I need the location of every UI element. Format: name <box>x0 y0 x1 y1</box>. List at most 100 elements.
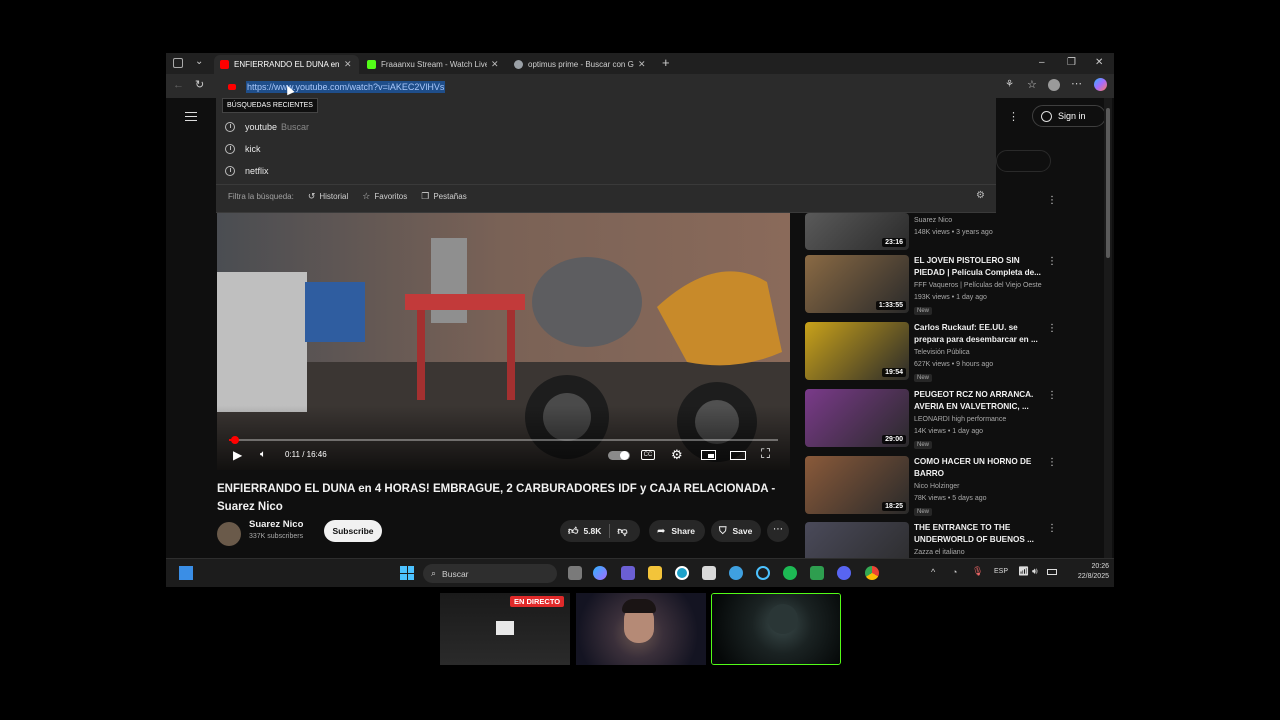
video-thumbnail[interactable]: 23:16 <box>805 213 909 250</box>
tab-actions-chevron-icon[interactable]: ⌄ <box>195 56 203 67</box>
battery-icon[interactable] <box>1047 569 1057 575</box>
recommendation-title[interactable]: THE ENTRANCE TO THE UNDERWORLD OF BUENOS… <box>914 522 1042 546</box>
suggestion-item[interactable]: netflix <box>225 166 269 176</box>
filter-settings-gear-icon[interactable]: ⚙ <box>976 190 985 201</box>
recommendation-channel[interactable]: Zazza el italiano <box>914 549 965 556</box>
tray-chevron-icon[interactable]: ^ <box>931 567 935 577</box>
recommendation-channel[interactable]: LEONARDI high performance <box>914 416 1006 423</box>
copilot-icon[interactable] <box>1094 78 1107 91</box>
copilot-app-icon[interactable] <box>593 566 607 580</box>
close-tab-icon[interactable]: ✕ <box>638 59 646 70</box>
recommendation-channel[interactable]: Suarez Nico <box>914 217 952 224</box>
tray-app-icon[interactable]: ◔ <box>952 567 957 577</box>
store-icon[interactable] <box>702 566 716 580</box>
clock[interactable]: 20:26 22/8/2025 <box>1061 562 1109 582</box>
tab-google[interactable]: optimus prime - Buscar con Goo ✕ <box>508 55 653 74</box>
extensions-icon[interactable]: ⚘ <box>1005 79 1014 90</box>
kebab-menu-icon[interactable]: ⋮ <box>1047 457 1057 468</box>
close-tab-icon[interactable]: ✕ <box>344 59 352 70</box>
maximize-icon[interactable]: ❐ <box>1067 57 1076 68</box>
miniplayer-icon[interactable] <box>701 450 716 460</box>
suggestion-item[interactable]: youtube Buscar <box>225 122 309 132</box>
favorites-star-icon[interactable]: ☆ <box>1027 78 1037 91</box>
start-windows-icon[interactable] <box>400 566 414 580</box>
tab-youtube[interactable]: ENFIERRANDO EL DUNA en 4 HO ✕ <box>214 55 359 74</box>
new-tab-icon[interactable]: + <box>662 55 670 70</box>
page-scrollbar[interactable] <box>1104 98 1112 558</box>
video-thumbnail[interactable]: 1:33:55 <box>805 255 909 313</box>
recommendation-title[interactable]: COMO HACER UN HORNO DE BARRO <box>914 456 1042 480</box>
recommendation-title[interactable]: PEUGEOT RCZ NO ARRANCA. AVERIA EN VALVET… <box>914 389 1042 413</box>
recommendation-item[interactable]: 19:54 Carlos Ruckauf: EE.UU. se prepara p… <box>805 322 1105 382</box>
sheets-icon[interactable] <box>810 566 824 580</box>
filter-tabs[interactable]: ❐ Pestañas <box>421 191 466 202</box>
filter-history[interactable]: ↺ Historial <box>308 191 348 202</box>
fullscreen-icon[interactable]: ⛶ <box>761 446 770 462</box>
volume-icon[interactable]: 🔈︎ <box>260 449 266 460</box>
channel-avatar[interactable] <box>217 522 241 546</box>
spotify-icon[interactable] <box>783 566 797 580</box>
back-icon[interactable]: ← <box>173 79 184 91</box>
hamburger-menu-icon[interactable] <box>185 112 197 121</box>
dislike-icon[interactable]: 👎︎ <box>617 525 627 537</box>
subtitles-icon[interactable]: CC <box>641 450 655 460</box>
kebab-menu-icon[interactable]: ⋮ <box>1047 523 1057 534</box>
video-thumbnail[interactable]: 18:25 <box>805 456 909 514</box>
settings-gear-icon[interactable]: ⚙ <box>671 447 683 463</box>
video-thumbnail[interactable]: 19:54 <box>805 322 909 380</box>
theater-mode-icon[interactable] <box>730 451 746 460</box>
minimize-icon[interactable]: – <box>1039 57 1045 68</box>
settings-kebab-icon[interactable]: ⋮ <box>1008 110 1019 123</box>
recommendation-channel[interactable]: FFF Vaqueros | Películas del Viejo Oeste <box>914 282 1042 289</box>
kebab-menu-icon[interactable]: ⋮ <box>1047 195 1057 206</box>
taskbar-search[interactable]: ⌕ Buscar <box>423 564 557 583</box>
play-icon[interactable]: ▶ <box>233 448 242 462</box>
close-window-icon[interactable]: ✕ <box>1095 57 1103 68</box>
chip-bar[interactable] <box>996 150 1051 172</box>
like-count[interactable]: 5.8K <box>583 526 601 536</box>
filter-favorites[interactable]: ☆ Favoritos <box>362 191 407 202</box>
workspaces-icon[interactable] <box>173 58 183 68</box>
reload-icon[interactable]: ↻ <box>195 78 204 91</box>
recommendation-item[interactable]: 1:33:55 EL JOVEN PISTOLERO SIN PIEDAD | P… <box>805 255 1105 315</box>
progress-scrubber[interactable] <box>231 436 240 444</box>
task-view-icon[interactable] <box>568 566 582 580</box>
widgets-icon[interactable] <box>179 566 193 580</box>
scrollbar-thumb[interactable] <box>1106 108 1110 258</box>
progress-bar[interactable] <box>229 439 778 441</box>
wifi-icon[interactable]: 📶︎ <box>1018 566 1029 577</box>
recommendation-channel[interactable]: Nico Holzinger <box>914 483 960 490</box>
suggestion-item[interactable]: kick <box>225 144 261 154</box>
profile-avatar-icon[interactable] <box>1048 79 1060 91</box>
microphone-icon[interactable]: 🎙︎ <box>972 566 983 577</box>
tab-kick[interactable]: Fraaanxu Stream - Watch Live on ✕ <box>361 55 506 74</box>
sign-in-button[interactable]: Sign in <box>1032 105 1106 127</box>
video-thumbnail[interactable]: 29:00 <box>805 389 909 447</box>
recommendation-channel[interactable]: Televisión Pública <box>914 349 970 356</box>
like-icon[interactable]: 👍︎ <box>568 525 578 537</box>
channel-name[interactable]: Suarez Nico <box>249 519 303 530</box>
speaker-icon[interactable]: 🔊︎ <box>1032 566 1038 577</box>
save-button[interactable]: ⛉ Save <box>711 520 761 542</box>
video-player[interactable]: ▶ 🔈︎ 0:11 / 16:46 CC ⚙ ⛶ <box>217 212 790 470</box>
kebab-menu-icon[interactable]: ⋮ <box>1047 256 1057 267</box>
discord-icon[interactable] <box>837 566 851 580</box>
weather-app-icon[interactable] <box>729 566 743 580</box>
address-input[interactable]: https://www.youtube.com/watch?v=iAKEC2Vl… <box>246 81 446 93</box>
more-menu-icon[interactable]: ⋯ <box>1071 77 1082 90</box>
autoplay-toggle[interactable] <box>608 451 630 460</box>
kebab-menu-icon[interactable]: ⋮ <box>1047 323 1057 334</box>
recommendation-item[interactable]: 18:25 COMO HACER UN HORNO DE BARRO ⋮ Nico H… <box>805 456 1105 516</box>
subscribe-button[interactable]: Subscribe <box>324 520 382 542</box>
teams-icon[interactable] <box>621 566 635 580</box>
share-button[interactable]: ➦ Share <box>649 520 705 542</box>
edge-icon[interactable] <box>675 566 689 580</box>
language-indicator[interactable]: ESP <box>994 568 1008 575</box>
recommendation-title[interactable]: Carlos Ruckauf: EE.UU. se prepara para d… <box>914 322 1042 346</box>
file-explorer-icon[interactable] <box>648 566 662 580</box>
recommendation-item[interactable]: 29:00 PEUGEOT RCZ NO ARRANCA. AVERIA EN V… <box>805 389 1105 449</box>
recommendation-title[interactable]: EL JOVEN PISTOLERO SIN PIEDAD | Película… <box>914 255 1042 279</box>
chrome-icon[interactable] <box>865 566 879 580</box>
more-actions-icon[interactable]: ⋯ <box>767 520 789 542</box>
cortana-icon[interactable] <box>756 566 770 580</box>
